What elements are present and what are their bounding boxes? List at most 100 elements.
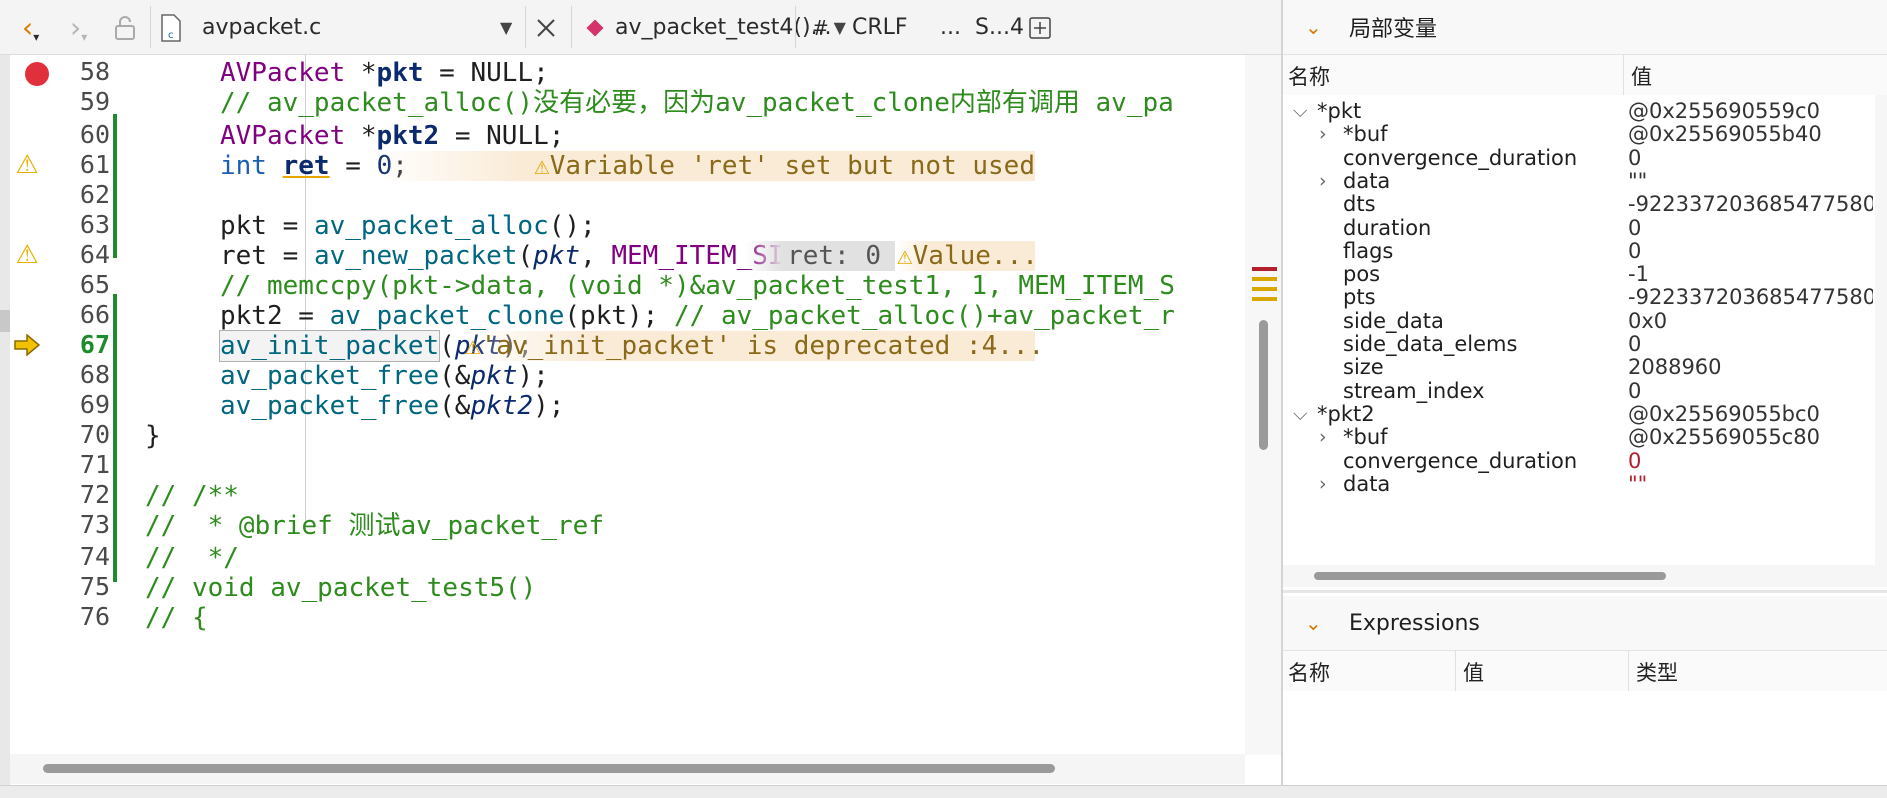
forward-button[interactable]: › ▾ bbox=[70, 0, 87, 55]
warning-icon[interactable]: ⚠ bbox=[12, 240, 42, 270]
chevron-down-icon: ⌄ bbox=[1305, 611, 1322, 635]
code-editor[interactable]: ‹ ▾ › ▾ c avpacket.c ▼ av_packet_test4()… bbox=[0, 0, 1283, 798]
editor-toolbar: ‹ ▾ › ▾ c avpacket.c ▼ av_packet_test4()… bbox=[0, 0, 1283, 55]
expressions-list[interactable] bbox=[1283, 691, 1887, 785]
file-name: avpacket.c bbox=[202, 15, 322, 40]
inline-value-hint: ret: 0 bbox=[745, 241, 895, 271]
code-area[interactable]: AVPacket *pkt = NULL; // av_packet_alloc… bbox=[145, 55, 1245, 752]
locals-title: 局部变量 bbox=[1349, 17, 1438, 42]
file-selector[interactable]: c avpacket.c bbox=[160, 0, 321, 55]
svg-text:c: c bbox=[168, 30, 174, 41]
plus-box-icon bbox=[1029, 16, 1051, 39]
add-split-button[interactable] bbox=[1028, 0, 1052, 55]
line-ending-button[interactable]: CRLF bbox=[852, 0, 908, 55]
split-button[interactable]: S...4 bbox=[975, 0, 1024, 55]
file-dropdown-arrow[interactable]: ▼ bbox=[500, 0, 512, 55]
column-type-header[interactable]: 类型 bbox=[1636, 657, 1678, 687]
locals-tree[interactable]: ⌵ *pkt @0x255690559c0 › *buf @0x25569055b40 co… bbox=[1283, 95, 1873, 557]
scrollbar-thumb[interactable] bbox=[1314, 572, 1666, 580]
warning-icon: ⚠ bbox=[897, 241, 913, 271]
warning-icon[interactable]: ⚠ bbox=[12, 150, 42, 180]
line-number: 62 bbox=[79, 180, 110, 209]
code-line-76: // { bbox=[145, 603, 208, 633]
expressions-section-header[interactable]: ⌄ Expressions bbox=[1283, 596, 1887, 651]
line-number: 58 bbox=[79, 57, 110, 86]
dropdown-arrow-icon: ▾ bbox=[81, 29, 88, 44]
line-number: 72 bbox=[79, 480, 110, 509]
symbol-selector[interactable]: av_packet_test4()... ▼ bbox=[585, 0, 846, 55]
expressions-title: Expressions bbox=[1349, 610, 1480, 636]
chevron-right-icon: › bbox=[70, 11, 82, 44]
scrollbar-thumb[interactable] bbox=[43, 764, 1055, 773]
more-button[interactable]: ... bbox=[940, 0, 961, 55]
lock-button[interactable] bbox=[113, 0, 137, 55]
editor-vertical-scrollbar[interactable] bbox=[1245, 55, 1283, 755]
close-icon bbox=[537, 18, 555, 37]
line-number: 75 bbox=[79, 572, 110, 601]
locals-horizontal-scrollbar[interactable] bbox=[1283, 565, 1887, 587]
locals-row[interactable]: › data "" bbox=[1283, 470, 1873, 498]
close-document-button[interactable] bbox=[535, 0, 557, 55]
execution-pointer-icon bbox=[12, 330, 42, 360]
gutter-line[interactable]: 76 bbox=[10, 600, 145, 636]
gutter-line[interactable]: 59 bbox=[10, 85, 145, 121]
chevron-down-icon: ⌄ bbox=[1305, 15, 1322, 39]
variable-name: data bbox=[1343, 471, 1391, 496]
line-number: 66 bbox=[79, 300, 110, 329]
column-name-header[interactable]: 名称 bbox=[1288, 657, 1330, 687]
chevron-right-icon[interactable]: › bbox=[1319, 470, 1327, 498]
line-number-gutter[interactable]: 58 59 60 61 ⚠ 62 63 64 ⚠ 65 66 67 68 69 70 71 72 73 74 75 76 bbox=[10, 55, 145, 755]
line-number: 65 bbox=[79, 270, 110, 299]
line-number: 68 bbox=[79, 360, 110, 389]
line-number: 59 bbox=[79, 87, 110, 116]
symbol-name: av_packet_test4()... bbox=[615, 15, 832, 40]
status-strip bbox=[0, 785, 1887, 798]
line-number: 71 bbox=[79, 450, 110, 479]
function-symbol-icon bbox=[586, 19, 604, 36]
dropdown-arrow-icon: ▾ bbox=[33, 29, 40, 44]
section-divider[interactable] bbox=[1283, 590, 1887, 593]
scroll-marker bbox=[1252, 277, 1277, 281]
column-value-header[interactable]: 值 bbox=[1463, 657, 1484, 687]
back-button[interactable]: ‹ ▾ bbox=[22, 0, 39, 55]
locals-section-header[interactable]: ⌄ 局部变量 bbox=[1283, 0, 1887, 55]
c-file-icon: c bbox=[161, 13, 181, 42]
column-value-header[interactable]: 值 bbox=[1631, 61, 1652, 91]
line-number: 60 bbox=[79, 120, 110, 149]
code-line-61: int ret = 0; ⚠Variable 'ret' set but not… bbox=[220, 151, 1035, 181]
line-number: 76 bbox=[79, 602, 110, 631]
expressions-column-header: 名称 值 类型 bbox=[1283, 651, 1887, 691]
chevron-left-icon: ‹ bbox=[22, 11, 34, 44]
warning-annotation[interactable]: ⚠Value... bbox=[897, 241, 1038, 271]
column-name-header[interactable]: 名称 bbox=[1288, 61, 1330, 91]
breakpoint-icon[interactable] bbox=[25, 62, 49, 86]
lock-icon bbox=[115, 15, 135, 40]
warning-annotation[interactable]: ⚠Variable 'ret' set but not used bbox=[375, 151, 1035, 181]
dropdown-arrow-icon: ▼ bbox=[833, 18, 846, 37]
line-number: 74 bbox=[79, 542, 110, 571]
editor-horizontal-scrollbar[interactable] bbox=[10, 754, 1245, 784]
scrollbar-thumb[interactable] bbox=[1259, 320, 1268, 450]
left-edge-strip bbox=[0, 55, 10, 798]
scroll-marker bbox=[1252, 287, 1277, 291]
code-line-59: // av_packet_alloc()没有必要，因为av_packet_clo… bbox=[220, 88, 1174, 118]
locals-column-header: 名称 值 bbox=[1283, 55, 1887, 95]
code-line-73: // * @brief 测试av_packet_ref bbox=[145, 511, 604, 541]
warning-annotation[interactable]: ⚠'av_init_packet' is deprecated :4... bbox=[465, 331, 1044, 361]
line-number: 69 bbox=[79, 390, 110, 419]
warning-icon: ⚠ bbox=[465, 331, 481, 361]
warning-icon: ⚠ bbox=[534, 151, 550, 181]
hash-button[interactable]: # bbox=[812, 0, 829, 55]
code-line-70: } bbox=[145, 421, 161, 451]
variable-value: "" bbox=[1628, 471, 1648, 496]
locals-vertical-scrollbar[interactable] bbox=[1875, 95, 1887, 565]
scroll-marker bbox=[1252, 267, 1277, 271]
line-number: 70 bbox=[79, 420, 110, 449]
line-number: 73 bbox=[79, 510, 110, 539]
line-number: 64 bbox=[79, 240, 110, 269]
line-number: 63 bbox=[79, 210, 110, 239]
line-number: 61 bbox=[79, 150, 110, 179]
gutter-line[interactable]: 73 bbox=[10, 508, 145, 544]
scroll-marker bbox=[1252, 297, 1277, 301]
line-number: 67 bbox=[79, 330, 110, 359]
